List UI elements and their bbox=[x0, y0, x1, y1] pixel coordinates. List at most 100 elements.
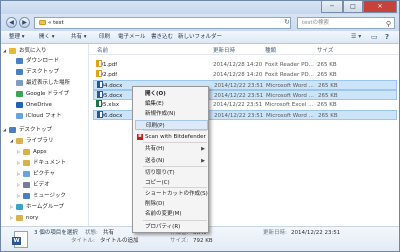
submenu-arrow-icon: ▶ bbox=[201, 146, 205, 152]
nav-item[interactable]: OneDrive bbox=[10, 100, 52, 111]
videos-icon bbox=[23, 181, 30, 188]
menu-separator bbox=[143, 166, 207, 167]
ctx-delete[interactable]: 削除(D) bbox=[135, 199, 208, 209]
ctx-cut[interactable]: 切り取り(T) bbox=[135, 168, 208, 178]
nav-item[interactable]: iCloud フォト bbox=[10, 111, 62, 122]
nav-item[interactable]: ◢ デスクトップ bbox=[3, 124, 52, 135]
pictures-icon bbox=[23, 170, 30, 177]
column-modified[interactable]: 更新日時 bbox=[213, 46, 235, 54]
minimize-button[interactable]: ─ bbox=[321, 1, 343, 13]
nav-item-label: ビデオ bbox=[33, 182, 50, 188]
star-icon bbox=[9, 47, 16, 54]
column-size[interactable]: サイズ bbox=[317, 46, 333, 54]
ctx-share[interactable]: 共有(H) ▶ bbox=[135, 144, 208, 154]
nav-item-label: ピクチャ bbox=[33, 171, 55, 177]
ctx-copy[interactable]: コピー(C) bbox=[135, 178, 208, 188]
onedrive-icon bbox=[16, 101, 23, 108]
ctx-properties[interactable]: プロパティ(R) bbox=[135, 222, 208, 232]
nav-item[interactable]: Google ドライブ bbox=[10, 89, 69, 100]
ctx-open[interactable]: 開く(O) bbox=[135, 89, 208, 99]
nav-item-label: iCloud フォト bbox=[26, 113, 62, 119]
file-type-icon bbox=[96, 70, 102, 77]
file-size: 265 KB bbox=[317, 72, 337, 78]
nav-item[interactable]: ▷ ピクチャ bbox=[17, 168, 55, 179]
nav-item[interactable]: 最近表示した場所 bbox=[10, 78, 70, 89]
maximize-button[interactable]: □ bbox=[343, 1, 363, 13]
menu-item-label: Scan with Bitdefender bbox=[145, 134, 206, 140]
open-button[interactable]: 開く ▾ bbox=[39, 33, 55, 42]
menu-item-label: 開く(O) bbox=[145, 91, 166, 97]
nav-item[interactable]: ▷ ミュージック bbox=[17, 190, 66, 201]
file-type-icon bbox=[96, 100, 102, 107]
ctx-new[interactable]: 新規作成(N) bbox=[135, 109, 208, 119]
nav-item-label: ミュージック bbox=[33, 193, 66, 199]
column-type[interactable]: 種類 bbox=[265, 46, 276, 54]
nav-item[interactable]: ▷ ビデオ bbox=[17, 179, 50, 190]
command-bar: 整理 ▾ 開く ▾ 共有 ▾ 印刷 電子メール 書き込む 新しいフォルダー ☰ … bbox=[1, 31, 399, 44]
file-type: Foxit Reader PD... bbox=[265, 62, 314, 68]
nav-item[interactable]: ダウンロード bbox=[10, 56, 59, 67]
file-size: 265 KB bbox=[317, 62, 337, 68]
file-row[interactable]: 002.pdf 2014/12/28 14:20 Foxit Reader PD..… bbox=[93, 70, 397, 80]
word-document-icon: W bbox=[12, 231, 28, 248]
nav-item-label: デスクトップ bbox=[26, 69, 60, 75]
back-button[interactable]: ◀ bbox=[6, 17, 17, 28]
forward-button[interactable]: ▶ bbox=[19, 17, 30, 28]
search-input[interactable]: testの検索 ⚲ bbox=[297, 17, 395, 29]
nav-item-label: Google ドライブ bbox=[26, 91, 70, 97]
print-button[interactable]: 印刷 bbox=[99, 33, 110, 42]
menu-item-label: ショートカットの作成(S) bbox=[145, 191, 208, 197]
help-icon[interactable]: ? bbox=[385, 32, 389, 42]
address-path: « test bbox=[48, 20, 64, 26]
nav-item-label: ダウンロード bbox=[26, 58, 60, 64]
write-button[interactable]: 書き込む bbox=[151, 33, 173, 42]
nav-item[interactable]: ▷ ドキュメント bbox=[17, 157, 66, 168]
library-icon bbox=[16, 137, 23, 144]
nav-item[interactable]: ▷ nory bbox=[10, 212, 38, 223]
file-date: 2014/12/28 14:20 bbox=[213, 62, 263, 68]
menu-item-label: コピー(C) bbox=[145, 180, 170, 186]
nav-item-label: 最近表示した場所 bbox=[26, 80, 71, 86]
nav-item-label: お気に入り bbox=[19, 48, 47, 54]
menu-item-label: 共有(H) bbox=[145, 146, 165, 152]
file-type-icon bbox=[97, 81, 103, 88]
file-name-cell: 002.pdf bbox=[96, 70, 117, 80]
view-options-icon[interactable]: ☰ ▾ bbox=[351, 32, 361, 42]
word-glyph: W bbox=[12, 237, 21, 245]
nav-item[interactable]: デスクトップ bbox=[10, 67, 59, 78]
share-button[interactable]: 共有 ▾ bbox=[71, 33, 87, 42]
ctx-send-to[interactable]: 送る(N) ▶ bbox=[135, 156, 208, 166]
file-type: Microsoft Word ... bbox=[266, 113, 314, 119]
file-type-icon bbox=[97, 91, 103, 98]
ctx-rename[interactable]: 名前の変更(M) bbox=[135, 209, 208, 219]
bitdefender-icon: B bbox=[137, 134, 143, 140]
ctx-edit[interactable]: 編集(E) bbox=[135, 99, 208, 109]
file-row[interactable]: 001.pdf 2014/12/28 14:20 Foxit Reader PD..… bbox=[93, 60, 397, 70]
explorer-window: ─ □ ✕ ◀ ▶ « test ↻ testの検索 ⚲ 整理 ▾ 開く ▾ 共… bbox=[0, 0, 400, 252]
title-value[interactable]: タイトルの追加 bbox=[100, 238, 139, 245]
email-button[interactable]: 電子メール bbox=[118, 33, 146, 42]
new-folder-button[interactable]: 新しいフォルダー bbox=[178, 33, 222, 42]
preview-pane-icon[interactable]: ▭ bbox=[371, 32, 378, 42]
address-bar[interactable]: « test bbox=[34, 17, 291, 29]
context-menu: 開く(O) 編集(E) 新規作成(N) 印刷(P) B Scan with Bitdefe… bbox=[132, 86, 209, 233]
organize-button[interactable]: 整理 ▾ bbox=[9, 33, 25, 42]
folder-icon bbox=[39, 20, 46, 25]
refresh-icon[interactable]: ↻ bbox=[284, 17, 292, 27]
nav-item[interactable]: ◢ お気に入り bbox=[3, 45, 47, 56]
google-drive-icon bbox=[16, 90, 23, 97]
file-name-cell: 001.pdf bbox=[96, 60, 117, 70]
menu-item-label: プロパティ(R) bbox=[145, 224, 181, 230]
ctx-print[interactable]: 印刷(P) bbox=[135, 120, 208, 130]
column-name[interactable]: 名前 bbox=[97, 46, 108, 54]
menu-separator bbox=[143, 220, 207, 221]
ctx-create-shortcut[interactable]: ショートカットの作成(S) bbox=[135, 189, 208, 199]
nav-item[interactable]: ▷ ホームグループ bbox=[10, 201, 64, 212]
close-button[interactable]: ✕ bbox=[363, 1, 397, 13]
ctx-scan-bitdefender[interactable]: B Scan with Bitdefender bbox=[135, 132, 208, 142]
file-size: 265 KB bbox=[317, 102, 337, 108]
search-placeholder: testの検索 bbox=[302, 20, 330, 26]
file-type: Microsoft Excel ... bbox=[265, 102, 314, 108]
nav-item[interactable]: ◢ ライブラリ bbox=[10, 135, 54, 146]
nav-item[interactable]: ▷ Apps bbox=[17, 146, 47, 157]
